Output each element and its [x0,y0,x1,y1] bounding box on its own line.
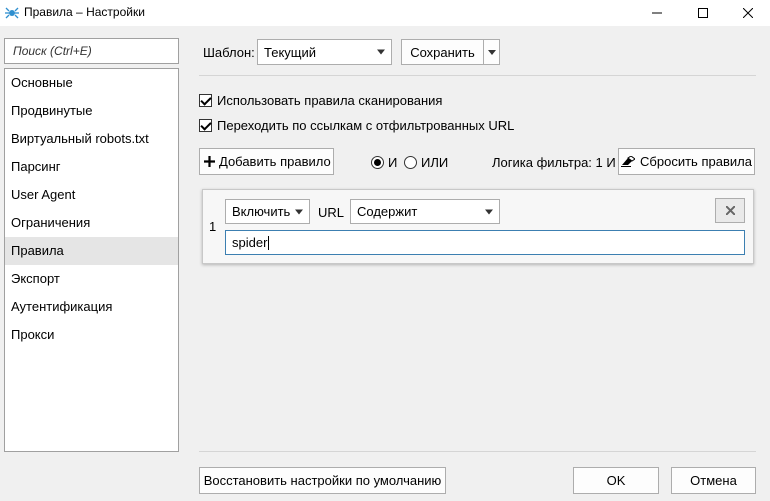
minimize-button[interactable] [634,0,680,26]
sidebar-item-auth[interactable]: Аутентификация [5,293,178,321]
use-scan-rules-label: Использовать правила сканирования [217,93,443,108]
rule-field-label: URL [318,205,345,220]
template-label: Шаблон: [203,45,255,60]
or-radio-option[interactable]: ИЛИ [404,155,448,170]
plus-icon [204,156,215,167]
or-label: ИЛИ [421,155,449,170]
sidebar-item-limits[interactable]: Ограничения [5,209,178,237]
sidebar-item-proxy[interactable]: Прокси [5,321,178,349]
follow-filtered-checkbox[interactable] [199,119,212,132]
text-cursor [268,235,270,250]
delete-rule-button[interactable] [715,198,745,223]
cancel-button[interactable]: Отмена [671,467,756,494]
divider [199,75,756,76]
maximize-icon [698,6,708,21]
save-dropdown-button[interactable] [483,39,500,65]
reset-rules-label: Сбросить правила [640,154,752,169]
chevron-down-icon [377,49,385,55]
and-radio-option[interactable]: И [371,155,397,170]
chevron-down-icon [295,209,303,214]
and-radio[interactable] [371,156,384,169]
use-scan-rules-option[interactable]: Использовать правила сканирования [199,93,442,108]
template-select[interactable]: Текущий [257,39,392,65]
close-button[interactable] [725,0,770,26]
maximize-button[interactable] [680,0,726,26]
template-select-value: Текущий [264,44,316,60]
rule-index: 1 [209,219,217,234]
save-template-button[interactable]: Сохранить [401,39,484,65]
sidebar-item-parsing[interactable]: Парсинг [5,153,178,181]
sidebar-item-export[interactable]: Экспорт [5,265,178,293]
reset-rules-button[interactable]: Сбросить правила [618,148,755,175]
sidebar-item-user-agent[interactable]: User Agent [5,181,178,209]
sidebar-item-rules[interactable]: Правила [5,237,178,265]
rule-value-text: spider [232,235,268,250]
chevron-down-icon [487,49,496,55]
sidebar-item-robots[interactable]: Виртуальный robots.txt [5,125,178,153]
add-rule-button[interactable]: Добавить правило [199,148,334,175]
chevron-down-icon [485,209,493,214]
sidebar-nav: Основные Продвинутые Виртуальный robots.… [4,68,179,452]
rule-operator-select[interactable]: Содержит [350,199,500,224]
window-title: Правила – Настройки [24,5,145,19]
eraser-icon [621,156,636,167]
rule-action-value: Включить [232,204,291,219]
sidebar-item-advanced[interactable]: Продвинутые [5,97,178,125]
spider-app-icon [4,5,20,21]
ok-button[interactable]: OK [573,467,659,494]
restore-defaults-button[interactable]: Восстановить настройки по умолчанию [199,467,446,494]
rule-operator-value: Содержит [357,204,418,219]
and-label: И [388,155,398,170]
rule-value-input[interactable]: spider [225,230,745,255]
close-icon [725,206,735,215]
divider [199,451,756,452]
rule-row: 1 Включить URL Содержит spider [202,189,754,264]
minimize-icon [652,6,662,21]
follow-filtered-option[interactable]: Переходить по ссылкам с отфильтрованных … [199,118,514,133]
follow-filtered-label: Переходить по ссылкам с отфильтрованных … [217,118,515,133]
rule-action-select[interactable]: Включить [225,199,310,224]
search-input[interactable]: Поиск (Ctrl+E) [4,38,179,64]
use-scan-rules-checkbox[interactable] [199,94,212,107]
close-icon [742,6,754,21]
title-bar: Правила – Настройки [0,0,770,26]
sidebar-item-basic[interactable]: Основные [5,69,178,97]
add-rule-label: Добавить правило [219,154,331,169]
or-radio[interactable] [404,156,417,169]
filter-logic-label: Логика фильтра: 1 И [492,155,616,170]
